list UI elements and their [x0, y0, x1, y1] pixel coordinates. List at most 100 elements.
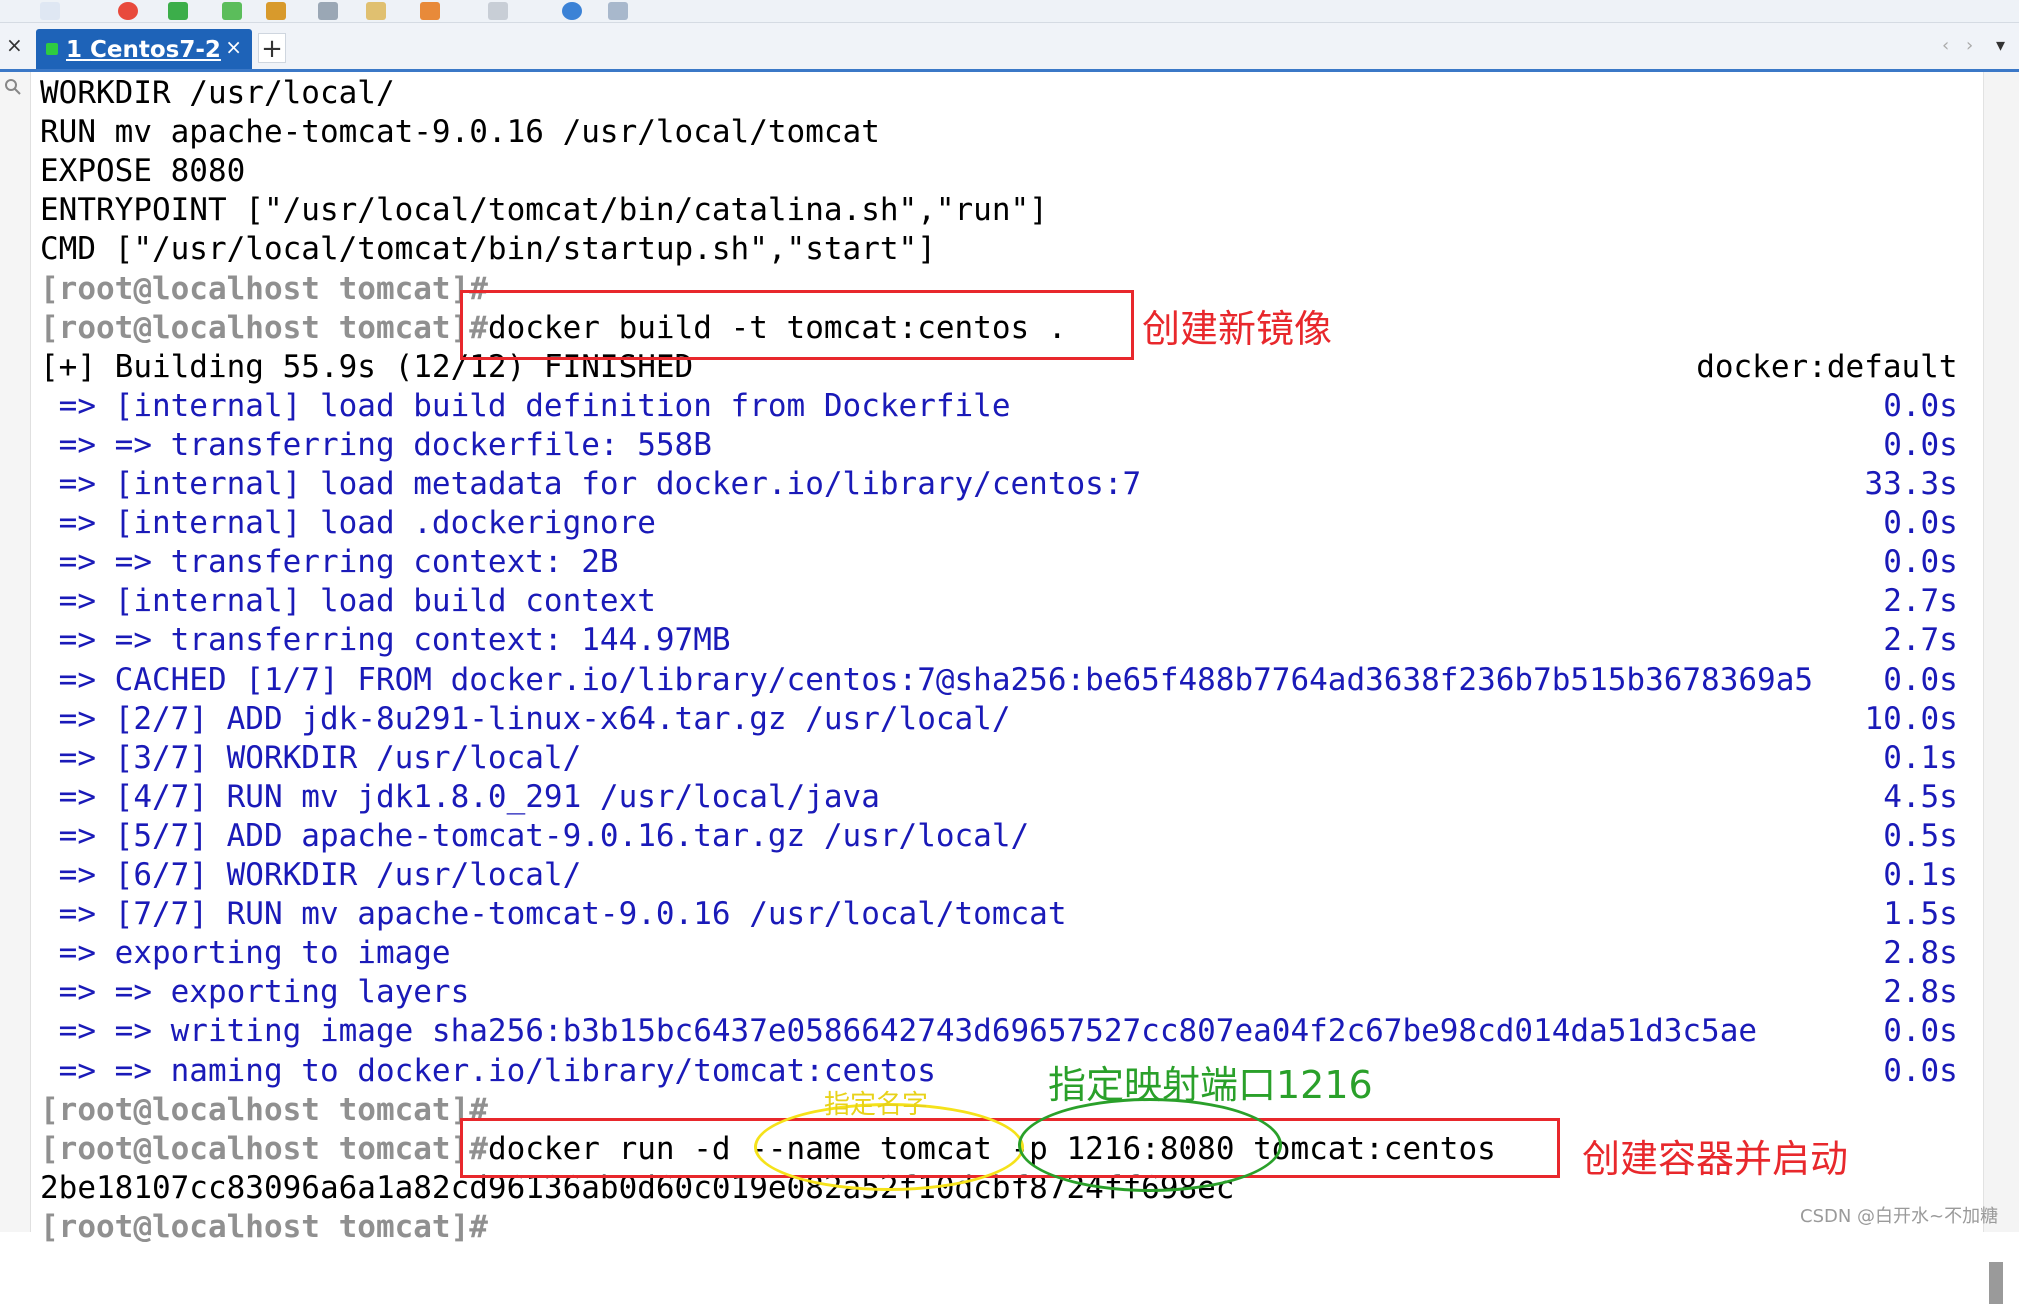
help-icon[interactable]	[562, 2, 582, 20]
step-duration: 2.8s	[1883, 935, 1958, 972]
step-duration: 2.8s	[1883, 974, 1958, 1011]
terminal-text: => => naming to docker.io/library/tomcat…	[40, 1052, 936, 1089]
terminal-line: => CACHED [1/7] FROM docker.io/library/c…	[40, 661, 1980, 700]
left-gutter	[0, 72, 31, 1232]
watermark: CSDN @白开水~不加糖	[1800, 1206, 1999, 1227]
terminal-line: => [internal] load metadata for docker.i…	[40, 465, 1980, 504]
tab-scroll-left-icon[interactable]: ‹	[1942, 35, 1949, 56]
terminal-text: ENTRYPOINT ["/usr/local/tomcat/bin/catal…	[40, 192, 1048, 229]
shell-prompt: [root@localhost tomcat]#	[40, 1208, 488, 1245]
terminal-line: => => transferring dockerfile: 558B 0.0s	[40, 426, 1980, 465]
annotation-create-start: 创建容器并启动	[1582, 1137, 1849, 1181]
connection-status-icon	[46, 43, 58, 55]
terminal-text: => [internal] load build context	[40, 583, 656, 620]
step-duration: 0.1s	[1883, 857, 1958, 893]
step-duration: 33.3s	[1864, 466, 1958, 502]
step-duration: 2.7s	[1883, 583, 1958, 620]
transfer-icon[interactable]	[222, 2, 242, 20]
toolbar	[0, 0, 2019, 23]
step-duration: 0.0s	[1883, 505, 1958, 542]
tab-scroll-right-icon[interactable]: ›	[1966, 35, 1973, 56]
terminal-text: => [4/7] RUN mv jdk1.8.0_291 /usr/local/…	[40, 778, 880, 815]
terminal-line: => [4/7] RUN mv jdk1.8.0_291 /usr/local/…	[40, 778, 1980, 817]
step-duration: 0.1s	[1883, 739, 1958, 776]
terminal-text: => => writing image sha256:b3b15bc6437e0…	[40, 1013, 1758, 1050]
terminal-line: => => naming to docker.io/library/tomcat…	[40, 1052, 1980, 1091]
port-option-ellipse	[1018, 1098, 1282, 1192]
tab-centos7-2[interactable]: 1 Centos7-2 ×	[36, 29, 252, 69]
terminal-line: => => transferring context: 2B 0.0s	[40, 543, 1980, 582]
shell-prompt: [root@localhost tomcat]#	[40, 309, 488, 346]
terminal-text: => => transferring context: 144.97MB	[40, 622, 731, 659]
terminal-text: => exporting to image	[40, 935, 451, 972]
step-duration: 0.0s	[1883, 387, 1958, 424]
layout-icon[interactable]	[488, 2, 508, 20]
shell-prompt: [root@localhost tomcat]#	[40, 1130, 488, 1167]
terminal-text: EXPOSE 8080	[40, 153, 246, 190]
new-tab-button[interactable]: +	[258, 33, 286, 64]
step-duration: 4.5s	[1883, 778, 1958, 815]
font-icon[interactable]	[40, 2, 60, 20]
terminal-text: CMD ["/usr/local/tomcat/bin/startup.sh",…	[40, 231, 936, 268]
terminal-text: RUN mv apache-tomcat-9.0.16 /usr/local/t…	[40, 114, 880, 151]
terminal-line: => => exporting layers 2.8s	[40, 973, 1980, 1012]
step-duration: 10.0s	[1864, 700, 1958, 737]
step-duration: 0.0s	[1883, 1052, 1958, 1089]
terminal-line: => [7/7] RUN mv apache-tomcat-9.0.16 /us…	[40, 895, 1980, 934]
step-duration: 2.7s	[1883, 622, 1958, 659]
terminal-line: => [internal] load build context 2.7s	[40, 582, 1980, 621]
terminal-line: => [5/7] ADD apache-tomcat-9.0.16.tar.gz…	[40, 817, 1980, 856]
terminal-text: => => transferring context: 2B	[40, 544, 619, 581]
color-icon[interactable]	[118, 2, 138, 20]
scrollbar-thumb[interactable]	[1989, 1262, 2003, 1304]
edit-icon[interactable]	[366, 2, 386, 20]
step-duration: docker:default	[1696, 348, 1958, 385]
chat-icon[interactable]	[608, 2, 628, 20]
tab-list-dropdown-icon[interactable]: ▾	[1996, 35, 2005, 56]
terminal-output[interactable]: WORKDIR /usr/local/RUN mv apache-tomcat-…	[40, 74, 1980, 1245]
terminal-text: => [internal] load metadata for docker.i…	[40, 466, 1142, 502]
lock-icon[interactable]	[266, 2, 286, 20]
terminal-line: RUN mv apache-tomcat-9.0.16 /usr/local/t…	[40, 113, 1980, 152]
terminal-line: WORKDIR /usr/local/	[40, 74, 1980, 113]
terminal-text: => [internal] load .dockerignore	[40, 505, 656, 542]
step-duration: 0.5s	[1883, 817, 1958, 854]
annotation-build-image: 创建新镜像	[1142, 307, 1333, 351]
terminal-text: => [internal] load build definition from…	[40, 387, 1011, 424]
step-duration: 1.5s	[1883, 896, 1958, 933]
terminal-line: => [6/7] WORKDIR /usr/local/0.1s	[40, 856, 1980, 895]
terminal-line: => => writing image sha256:b3b15bc6437e0…	[40, 1012, 1980, 1051]
terminal-text: => [6/7] WORKDIR /usr/local/	[40, 857, 582, 893]
terminal-line: CMD ["/usr/local/tomcat/bin/startup.sh",…	[40, 230, 1980, 269]
terminal-text: => => exporting layers	[40, 974, 470, 1011]
step-duration: 0.0s	[1883, 544, 1958, 581]
search-icon[interactable]	[4, 78, 22, 96]
terminal-line: EXPOSE 8080	[40, 152, 1980, 191]
step-duration: 0.0s	[1883, 1013, 1958, 1050]
step-duration: 0.0s	[1883, 661, 1958, 698]
add-icon[interactable]	[420, 2, 440, 20]
terminal-line: [root@localhost tomcat]#	[40, 1208, 1980, 1247]
terminal-line: => exporting to image 2.8s	[40, 934, 1980, 973]
green-app-icon[interactable]	[168, 2, 188, 20]
terminal-line: => [2/7] ADD jdk-8u291-linux-x64.tar.gz …	[40, 700, 1980, 739]
tab-label: 1 Centos7-2	[66, 37, 221, 63]
close-all-tabs-button[interactable]: ×	[6, 33, 26, 57]
annotation-port-mapping: 指定映射端口1216	[1048, 1063, 1373, 1107]
terminal-line: => [3/7] WORKDIR /usr/local/0.1s	[40, 739, 1980, 778]
terminal-text: => [7/7] RUN mv apache-tomcat-9.0.16 /us…	[40, 896, 1067, 933]
close-tab-icon[interactable]: ×	[225, 35, 242, 59]
terminal-line: => => transferring context: 144.97MB 2.7s	[40, 621, 1980, 660]
terminal-line: ENTRYPOINT ["/usr/local/tomcat/bin/catal…	[40, 191, 1980, 230]
tab-bar: × 1 Centos7-2 × + ‹ › ▾	[0, 23, 2019, 72]
step-duration: 0.0s	[1883, 426, 1958, 463]
terminal-text: => => transferring dockerfile: 558B	[40, 426, 712, 463]
terminal-line: => [internal] load build definition from…	[40, 387, 1980, 426]
keyboard-icon[interactable]	[318, 2, 338, 20]
terminal-line: => [internal] load .dockerignore 0.0s	[40, 504, 1980, 543]
build-command-highlight	[460, 290, 1134, 360]
vertical-scrollbar[interactable]	[1983, 72, 2019, 1304]
shell-prompt: [root@localhost tomcat]#	[40, 270, 488, 307]
shell-prompt: [root@localhost tomcat]#	[40, 1091, 488, 1128]
terminal-text: => [5/7] ADD apache-tomcat-9.0.16.tar.gz…	[40, 817, 1030, 854]
